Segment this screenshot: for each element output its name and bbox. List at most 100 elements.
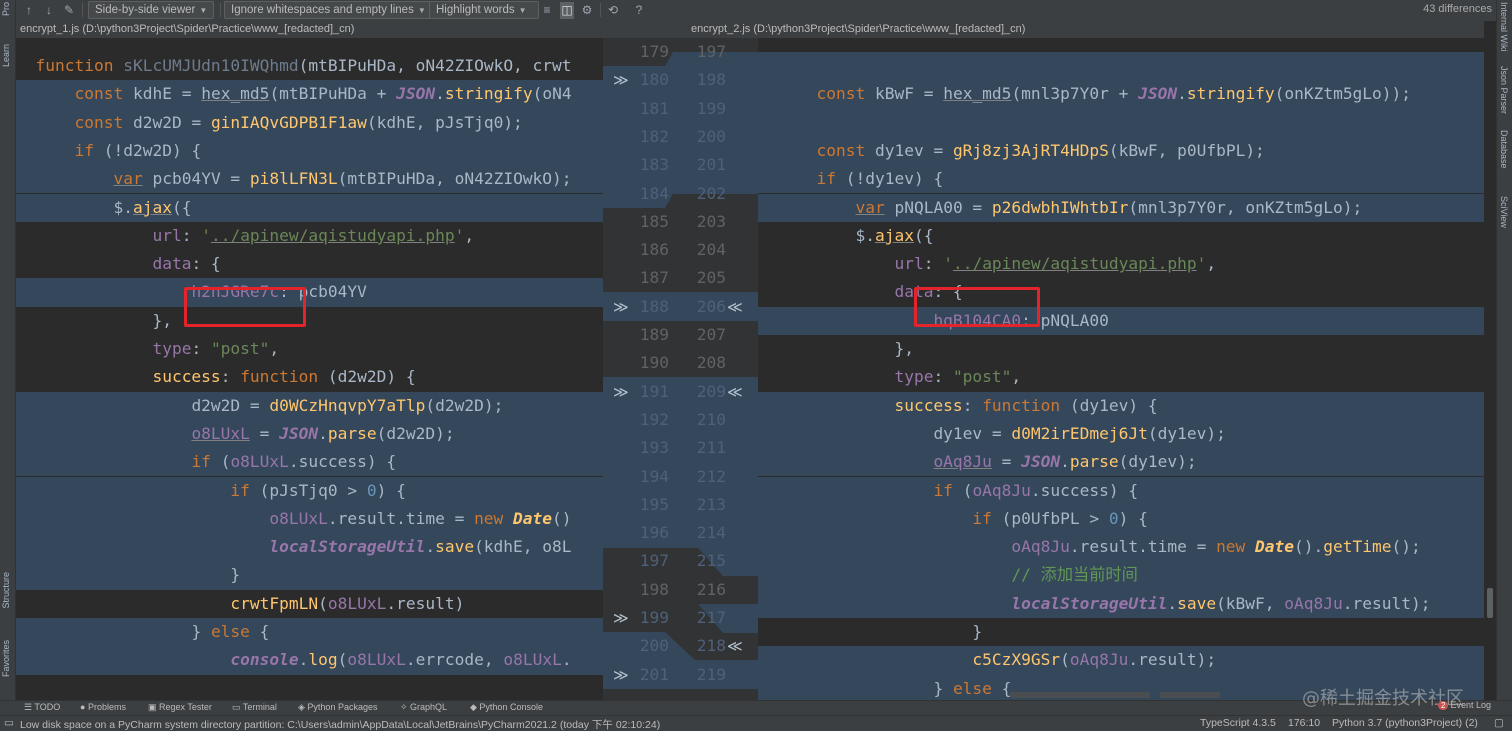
code-line[interactable]: data: { [758,278,1484,306]
language-indicator[interactable]: TypeScript 4.3.5 [1200,717,1276,729]
code-line[interactable] [758,52,1484,81]
code-line[interactable]: } [758,618,1484,646]
code-line[interactable]: url: '../apinew/aqistudyapi.php', [16,222,603,250]
apply-left-arrow-icon[interactable]: ≪ [727,632,743,660]
favorites-tab[interactable]: Favorites [1,640,11,677]
internal-wiki-tab[interactable]: Internal Wiki [1499,2,1509,52]
database-tab[interactable]: Database [1499,130,1509,169]
code-line[interactable]: const dy1ev = gRj8zj3AjRT4HDpS(kBwF, p0U… [758,136,1484,166]
code-line[interactable]: // 添加当前时间 [758,561,1484,590]
help-icon[interactable]: ? [632,2,646,19]
json-parser-tab[interactable]: Json Parser [1499,66,1509,114]
collapse-unchanged-icon[interactable]: ≡ [540,2,554,19]
annotate-icon[interactable]: ⟲ [606,2,620,19]
code-line[interactable]: oAq8Ju = JSON.parse(dy1ev); [758,448,1484,477]
highlight-mode-select[interactable]: Highlight words ▼ [429,1,539,19]
code-line[interactable]: var pcb04YV = pi8lLFN3L(mtBIPuHDa, oN42Z… [16,165,603,194]
code-line[interactable]: if (p0UfbPL > 0) { [758,504,1484,534]
code-line[interactable]: localStorageUtil.save(kdhE, o8L [16,533,603,562]
code-line[interactable]: function sKLcUMJUdn10IWQhmd(mtBIPuHDa, o… [16,52,603,80]
code-line[interactable]: console.log(o8LUxL.errcode, o8LUxL. [16,646,603,675]
gutter-row: ≫ 191 209 ≪ [603,378,758,406]
code-line[interactable]: var pNQLA00 = p26dwbhIWhtbIr(mnl3p7Y0r, … [758,193,1484,222]
code-line[interactable]: if (pJsTjq0 > 0) { [16,476,603,505]
tool-python-packages[interactable]: ◈ Python Packages [298,702,377,713]
differences-count: 43 differences [1423,3,1492,15]
apply-left-arrow-icon[interactable]: ≪ [727,378,743,406]
apply-right-arrow-icon[interactable]: ≫ [613,604,629,632]
gear-icon[interactable]: ⚙ [580,2,594,19]
tool-graphql[interactable]: ✧ GraphQL [400,702,447,713]
code-line[interactable]: data: { [16,250,603,278]
scrollbar-thumb[interactable] [1487,588,1493,618]
caret-position[interactable]: 176:10 [1288,717,1320,729]
code-line[interactable]: dy1ev = d0M2irEDmej6Jt(dy1ev); [758,419,1484,449]
sciview-tab[interactable]: SciView [1499,196,1509,228]
apply-right-arrow-icon[interactable]: ≫ [613,66,629,94]
right-editor[interactable]: const kBwF = hex_md5(mnl3p7Y0r + JSON.st… [758,38,1484,700]
horizontal-scrollbar-thumb[interactable] [1160,692,1220,698]
code-line[interactable]: hqB104CA0: pNQLA00 [758,306,1484,335]
code-line[interactable]: c5CzX9GSr(oAq8Ju.result); [758,646,1484,675]
code-line[interactable]: }, [758,335,1484,363]
project-tab[interactable]: Pro [1,2,11,16]
vertical-scrollbar[interactable] [1484,38,1496,700]
code-line[interactable]: type: "post", [758,363,1484,391]
apply-right-arrow-icon[interactable]: ≫ [613,661,629,689]
next-difference-icon[interactable]: ↓ [42,2,56,19]
code-line[interactable]: const kBwF = hex_md5(mnl3p7Y0r + JSON.st… [758,80,1484,109]
whitespace-mode-select[interactable]: Ignore whitespaces and empty lines ▼ [224,1,436,19]
code-line[interactable]: d2w2D = d0WCzHnqvpY7aTlp(d2w2D); [16,391,603,420]
code-line[interactable] [758,108,1484,137]
code-line[interactable]: o8LUxL = JSON.parse(d2w2D); [16,419,603,449]
code-line[interactable]: if (o8LUxL.success) { [16,448,603,477]
code-line[interactable]: o8LUxL.result.time = new Date() [16,504,603,534]
code-line[interactable]: const kdhE = hex_md5(mtBIPuHDa + JSON.st… [16,80,603,109]
terminal-icon: ▭ [232,702,243,712]
apply-right-arrow-icon[interactable]: ≫ [613,378,629,406]
code-line[interactable]: $.ajax({ [16,193,603,222]
code-line[interactable]: localStorageUtil.save(kBwF, oAq8Ju.resul… [758,589,1484,618]
tool-problems[interactable]: ● Problems [80,702,126,712]
code-line[interactable]: $.ajax({ [758,222,1484,250]
learn-tab[interactable]: Learn [1,44,11,67]
code-line[interactable]: } [16,561,603,590]
code-line[interactable]: type: "post", [16,335,603,363]
sync-scroll-icon[interactable]: ◫ [560,2,574,19]
structure-tab[interactable]: Structure [1,572,11,609]
code-line[interactable]: if (oAq8Ju.success) { [758,476,1484,505]
horizontal-scrollbar-thumb[interactable] [1010,692,1150,698]
code-line[interactable]: } else { [16,618,603,647]
code-line[interactable]: const d2w2D = ginIAQvGDPB1F1aw(kdhE, pJs… [16,108,603,137]
gutter-row: 182 200 [603,123,758,151]
previous-difference-icon[interactable]: ↑ [22,2,36,19]
tool-python-console[interactable]: ◆ Python Console [470,702,543,713]
code-line[interactable]: success: function (d2w2D) { [16,363,603,391]
code-line[interactable]: crwtFpmLN(o8LUxL.result) [16,590,603,618]
apply-left-arrow-icon[interactable]: ≪ [727,293,743,321]
right-line-number: 205 [696,268,726,288]
code-token: if [816,169,846,189]
gutter-row: 186 204 [603,236,758,264]
edit-source-icon[interactable]: ✎ [62,2,76,19]
code-line[interactable]: url: '../apinew/aqistudyapi.php', [758,250,1484,278]
code-line[interactable]: success: function (dy1ev) { [758,391,1484,420]
status-message[interactable]: Low disk space on a PyCharm system direc… [20,717,660,731]
left-editor[interactable]: function sKLcUMJUdn10IWQhmd(mtBIPuHDa, o… [16,38,603,700]
code-line[interactable]: if (!d2w2D) { [16,136,603,166]
gutter-row: 184 202 [603,180,758,208]
tool-terminal[interactable]: ▭ Terminal [232,702,277,713]
code-line[interactable]: if (!dy1ev) { [758,165,1484,194]
lock-icon[interactable]: ▢ [1494,717,1504,729]
apply-right-arrow-icon[interactable]: ≫ [613,293,629,321]
code-line[interactable]: oAq8Ju.result.time = new Date().getTime(… [758,533,1484,562]
event-log-button[interactable]: 2 Event Log [1438,700,1491,710]
interpreter-indicator[interactable]: Python 3.7 (python3Project) (2) [1332,717,1478,729]
code-line[interactable]: }, [16,307,603,335]
code-token: parse [327,423,377,443]
code-line[interactable]: h2nJGRe7c: pcb04YV [16,278,603,307]
tool-todo[interactable]: ☰ TODO [24,702,60,713]
tool-regex-tester[interactable]: ▣ Regex Tester [148,702,212,713]
viewer-mode-select[interactable]: Side-by-side viewer ▼ [88,1,214,19]
